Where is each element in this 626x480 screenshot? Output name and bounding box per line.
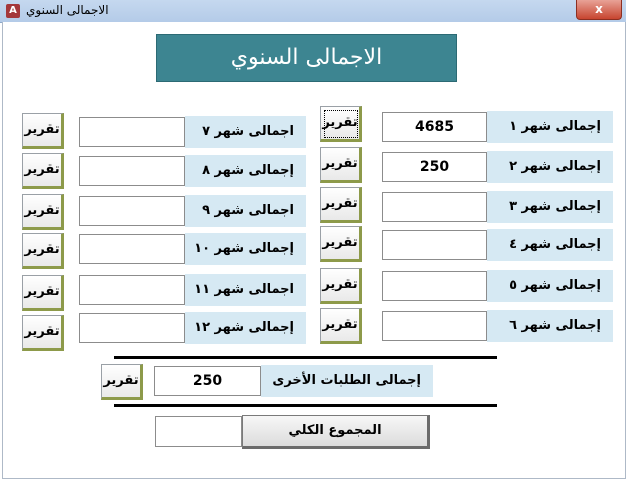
month-6-report-button[interactable]: تقرير xyxy=(320,308,362,344)
month-10-total-field[interactable] xyxy=(79,234,185,264)
month-1-report-button[interactable]: تقرير xyxy=(320,106,362,142)
month-12-label: إجمالى شهر ١٢ xyxy=(185,312,306,344)
month-12-total-field[interactable] xyxy=(79,313,185,343)
month-2-label: إجمالى شهر ٢ xyxy=(487,151,613,183)
month-1-total-field[interactable]: 4685 xyxy=(382,112,487,142)
divider-bottom xyxy=(114,404,497,407)
window-titlebar: A الاجمالى السنوي x xyxy=(0,0,626,23)
month-9-label: اجمالى شهر ٩ xyxy=(185,195,306,227)
month-11-label: اجمالى شهر ١١ xyxy=(185,274,306,306)
month-2-report-button[interactable]: تقرير xyxy=(320,147,362,183)
close-button[interactable]: x xyxy=(576,0,622,20)
month-8-total-field[interactable] xyxy=(79,156,185,186)
month-5-report-button[interactable]: تقرير xyxy=(320,268,362,304)
month-8-report-button[interactable]: تقرير xyxy=(22,153,64,189)
month-10-report-button[interactable]: تقرير xyxy=(22,233,64,269)
month-2-total-field[interactable]: 250 xyxy=(382,152,487,182)
other-orders-report-button[interactable]: تقرير xyxy=(101,364,143,400)
month-4-total-field[interactable] xyxy=(382,230,487,260)
divider-top xyxy=(114,356,497,359)
month-9-report-button[interactable]: تقرير xyxy=(22,194,64,230)
month-4-report-button[interactable]: تقرير xyxy=(320,226,362,262)
month-10-label: إجمالى شهر ١٠ xyxy=(185,233,306,265)
month-11-total-field[interactable] xyxy=(79,275,185,305)
other-orders-label: إجمالى الطلبات الأخرى xyxy=(261,365,433,397)
form-header-title: الاجمالى السنوي xyxy=(156,34,457,82)
month-3-label: إجمالى شهر ٣ xyxy=(487,191,613,223)
month-7-total-field[interactable] xyxy=(79,117,185,147)
grand-total-field[interactable] xyxy=(155,416,242,447)
month-4-label: إجمالى شهر ٤ xyxy=(487,229,613,261)
month-8-label: إجمالى شهر ٨ xyxy=(185,155,306,187)
access-app-icon: A xyxy=(6,4,20,18)
month-5-total-field[interactable] xyxy=(382,271,487,301)
month-3-report-button[interactable]: تقرير xyxy=(320,187,362,223)
month-7-report-button[interactable]: تقرير xyxy=(22,113,64,149)
month-7-label: اجمالى شهر ٧ xyxy=(185,116,306,148)
other-orders-total-field[interactable]: 250 xyxy=(154,366,261,396)
month-12-report-button[interactable]: تقرير xyxy=(22,315,64,351)
month-3-total-field[interactable] xyxy=(382,192,487,222)
month-5-label: إجمالى شهر ٥ xyxy=(487,270,613,302)
month-9-total-field[interactable] xyxy=(79,196,185,226)
month-6-total-field[interactable] xyxy=(382,311,487,341)
month-11-report-button[interactable]: تقرير xyxy=(22,275,64,311)
window-title: الاجمالى السنوي xyxy=(26,3,109,17)
grand-total-button[interactable]: المجموع الكلي xyxy=(242,415,430,449)
month-1-label: إجمالى شهر ١ xyxy=(487,111,613,143)
month-6-label: إجمالى شهر ٦ xyxy=(487,310,613,342)
